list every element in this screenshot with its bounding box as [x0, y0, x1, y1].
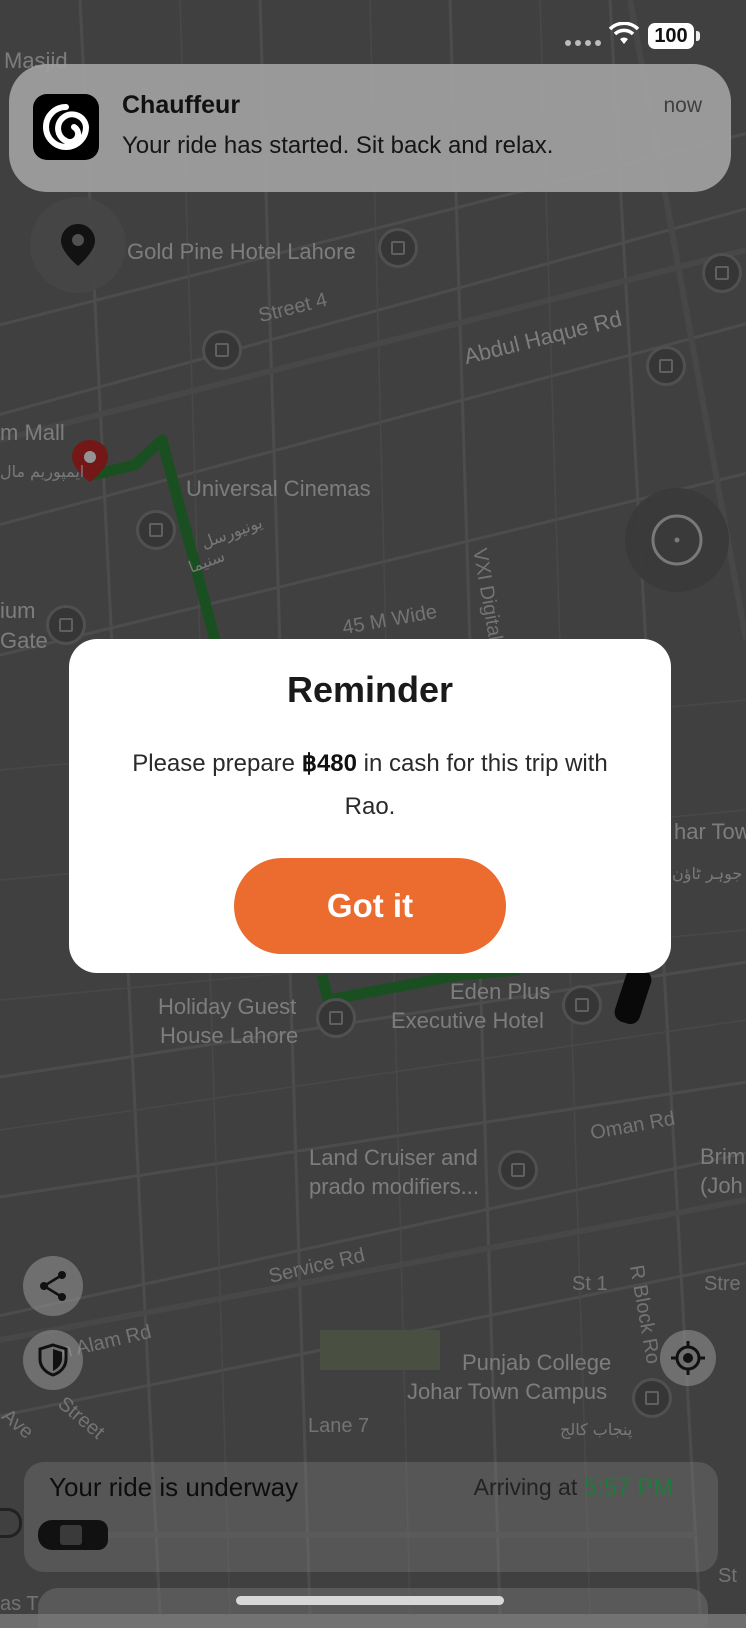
safety-button[interactable]	[23, 1330, 83, 1390]
bottom-sheet[interactable]	[38, 1588, 708, 1628]
dialog-message: Please prepare ฿480 in cash for this tri…	[129, 742, 611, 828]
notification-app-name: Chauffeur	[122, 91, 241, 119]
arrival-info: Arriving at 5:57 PM	[474, 1474, 673, 1502]
car-progress-icon	[38, 1520, 108, 1550]
reminder-dialog: Reminder Please prepare ฿480 in cash for…	[69, 639, 671, 973]
battery-icon: 100	[648, 23, 694, 49]
share-icon	[40, 1271, 66, 1301]
wifi-icon	[608, 22, 640, 44]
share-button[interactable]	[23, 1256, 83, 1316]
cellular-signal-icon	[565, 40, 601, 46]
ride-status-panel: Your ride is underway Arriving at 5:57 P…	[24, 1462, 718, 1572]
dialog-message-prefix: Please prepare	[132, 750, 296, 777]
ride-progress-track	[40, 1532, 696, 1538]
crosshair-icon	[671, 1341, 705, 1375]
my-location-button[interactable]	[660, 1330, 716, 1386]
battery-nub	[696, 31, 700, 41]
ride-status-text: Your ride is underway	[49, 1472, 299, 1502]
home-indicator[interactable]	[236, 1596, 504, 1605]
app-logo-icon	[33, 94, 99, 160]
notification-time: now	[663, 94, 702, 117]
got-it-button[interactable]: Got it	[234, 858, 506, 954]
notification-banner[interactable]: Chauffeur now Your ride has started. Sit…	[9, 64, 731, 192]
notification-message: Your ride has started. Sit back and rela…	[122, 132, 554, 159]
dialog-message-suffix: in cash for this trip with Rao.	[344, 750, 608, 820]
arrival-time: 5:57 PM	[583, 1474, 673, 1501]
shield-icon	[38, 1343, 68, 1377]
arrival-label: Arriving at	[473, 1474, 578, 1500]
status-bar: 100	[0, 0, 746, 70]
dialog-title: Reminder	[286, 669, 454, 710]
fare-amount: ฿480	[301, 750, 357, 777]
